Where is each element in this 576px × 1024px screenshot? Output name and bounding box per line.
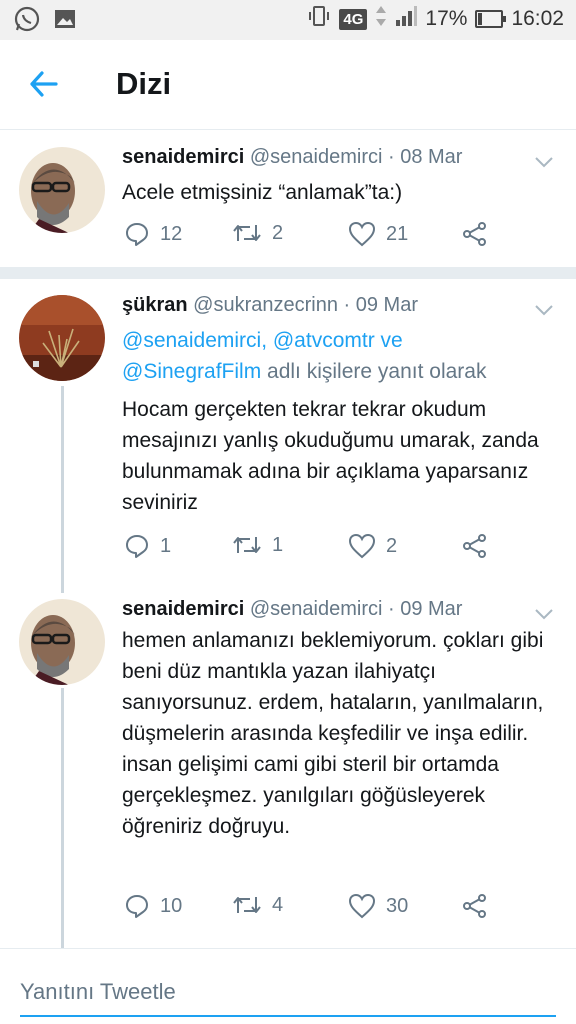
- like-button[interactable]: 30: [348, 893, 408, 919]
- back-button[interactable]: [26, 66, 66, 102]
- retweet-count: 2: [272, 221, 284, 244]
- retweet-button[interactable]: 4: [232, 893, 283, 917]
- tweet-date[interactable]: · 08 Mar: [388, 146, 462, 168]
- user-handle[interactable]: @senaidemirci: [250, 598, 383, 620]
- reply-icon: [126, 535, 148, 558]
- arrow-left-icon: [30, 71, 58, 97]
- clock: 16:02: [511, 7, 564, 30]
- share-button[interactable]: [462, 893, 488, 919]
- heart-icon: [348, 221, 376, 247]
- battery-icon: [475, 10, 507, 28]
- mentioned-user-link[interactable]: @SinegrafFilm: [122, 360, 261, 383]
- tweet[interactable]: senaidemirci @senaidemirci · 09 Mar heme…: [0, 583, 576, 948]
- like-button[interactable]: 2: [348, 533, 397, 559]
- tweet-text: Hocam gerçekten tekrar tekrar okudum mes…: [122, 398, 539, 514]
- avatar[interactable]: [19, 147, 105, 233]
- gallery-icon: [54, 8, 76, 35]
- avatar[interactable]: [19, 295, 105, 381]
- tweet[interactable]: senaidemirci @senaidemirci · 08 Mar Acel…: [0, 131, 576, 267]
- share-icon: [463, 894, 486, 918]
- retweet-button[interactable]: 1: [232, 533, 283, 557]
- share-icon: [463, 222, 486, 246]
- reply-input[interactable]: [20, 969, 556, 1017]
- share-icon: [463, 534, 486, 558]
- display-name[interactable]: senaidemirci: [122, 598, 244, 620]
- data-arrows-icon: [375, 4, 387, 34]
- reply-bar: [0, 948, 576, 1024]
- chevron-down-icon[interactable]: [534, 155, 554, 169]
- reply-context-suffix: adlı kişilere yanıt olarak: [261, 360, 487, 383]
- reply-icon: [126, 895, 148, 918]
- tweet-actions: 1 1 2: [122, 533, 522, 563]
- reply-count: 1: [160, 534, 172, 557]
- reply-count: 10: [160, 894, 183, 917]
- retweet-icon: [233, 537, 261, 553]
- tweet-text: hemen anlamanızı beklemiyorum. çokları g…: [122, 629, 544, 838]
- tweet-date[interactable]: · 09 Mar: [388, 598, 462, 620]
- status-bar: 4G 17% 16:02: [0, 0, 576, 40]
- mentioned-users-link[interactable]: @senaidemirci, @atvcomtr ve: [122, 329, 403, 352]
- retweet-count: 1: [272, 533, 284, 556]
- like-count: 21: [386, 222, 409, 245]
- chevron-down-icon[interactable]: [534, 607, 554, 621]
- whatsapp-icon: [14, 6, 40, 37]
- reply-button[interactable]: 10: [124, 893, 182, 919]
- tweet-date[interactable]: · 09 Mar: [344, 294, 418, 316]
- reply-button[interactable]: 1: [124, 533, 171, 559]
- divider: [0, 267, 576, 279]
- battery-percent: 17%: [425, 7, 468, 30]
- retweet-count: 4: [272, 893, 284, 916]
- signal-icon: [395, 5, 418, 33]
- vibrate-icon: [307, 4, 331, 34]
- reply-count: 12: [160, 222, 183, 245]
- heart-icon: [348, 533, 376, 559]
- retweet-button[interactable]: 2: [232, 221, 283, 245]
- reply-button[interactable]: 12: [124, 221, 182, 247]
- retweet-icon: [233, 897, 261, 913]
- share-button[interactable]: [462, 533, 488, 559]
- tweet-actions: 10 4 30: [122, 893, 522, 923]
- network-badge: 4G: [339, 8, 368, 30]
- chevron-down-icon[interactable]: [534, 303, 554, 317]
- display-name[interactable]: senaidemirci: [122, 146, 244, 168]
- display-name[interactable]: şükran: [122, 294, 188, 316]
- tweet-text: Acele etmişsiniz “anlamak”ta:): [122, 181, 403, 204]
- reply-context: @senaidemirci, @atvcomtr ve @SinegrafFil…: [122, 325, 562, 387]
- user-handle[interactable]: @senaidemirci: [250, 146, 383, 168]
- reply-icon: [126, 223, 148, 246]
- retweet-icon: [233, 225, 261, 241]
- tweet-actions: 12 2 21: [122, 221, 522, 251]
- like-count: 30: [386, 894, 409, 917]
- heart-icon: [348, 893, 376, 919]
- app-header: Dizi: [0, 40, 576, 130]
- page-title: Dizi: [116, 66, 172, 101]
- avatar[interactable]: [19, 599, 105, 685]
- tweet[interactable]: şükran @sukranzecrinn · 09 Mar @senaidem…: [0, 279, 576, 589]
- like-count: 2: [386, 534, 398, 557]
- user-handle[interactable]: @sukranzecrinn: [193, 294, 338, 316]
- like-button[interactable]: 21: [348, 221, 408, 247]
- share-button[interactable]: [462, 221, 488, 247]
